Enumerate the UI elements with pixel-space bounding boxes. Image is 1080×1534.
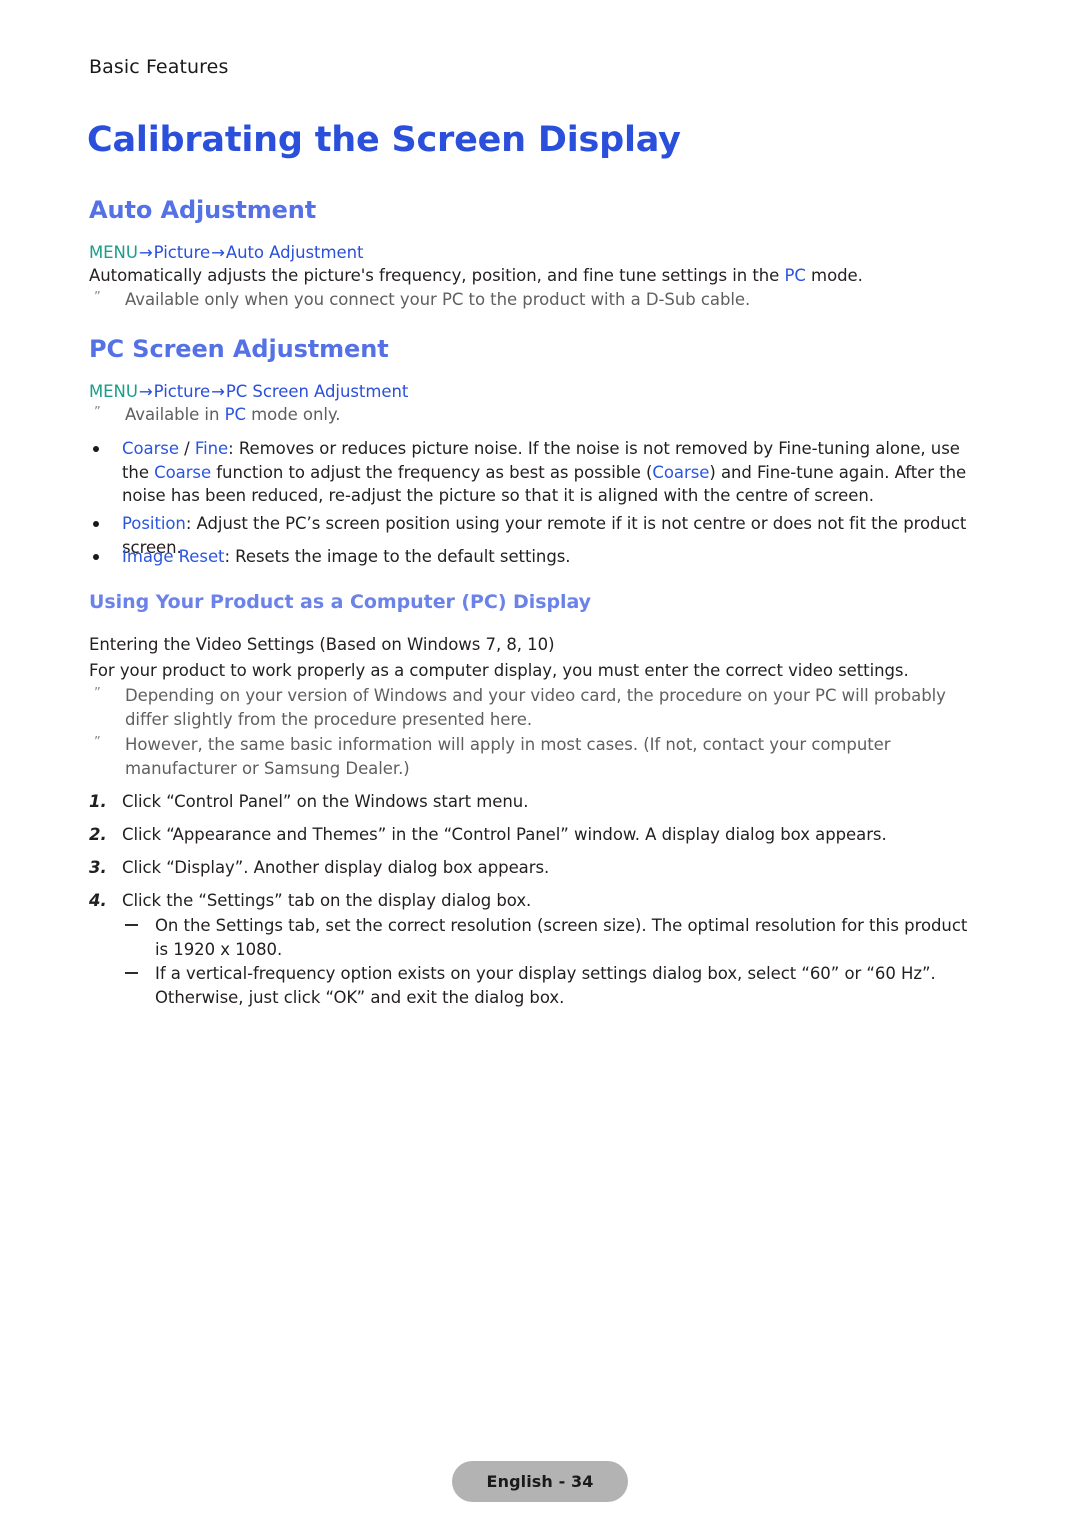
inline-keyword-pc: PC bbox=[224, 405, 246, 424]
inline-keyword-pc: PC bbox=[784, 266, 806, 285]
note-text: Available only when you connect your PC … bbox=[125, 290, 751, 309]
step-text: Click the “Settings” tab on the display … bbox=[122, 891, 532, 910]
note-marker-icon: ” bbox=[94, 405, 101, 420]
pc-screen-adjustment-note: ” Available in PC mode only. bbox=[89, 403, 979, 427]
page-title: Calibrating the Screen Display bbox=[87, 120, 681, 160]
menu-path-level2: Picture bbox=[153, 243, 211, 262]
section-heading-auto-adjustment: Auto Adjustment bbox=[89, 196, 317, 224]
substep-text: If a vertical-frequency option exists on… bbox=[155, 964, 936, 1007]
menu-path-arrow-2: → bbox=[211, 243, 225, 262]
menu-path-arrow-2: → bbox=[211, 382, 225, 401]
menu-path-level3: PC Screen Adjustment bbox=[225, 382, 409, 401]
menu-path-root: MENU bbox=[89, 243, 138, 262]
note-marker-icon: ” bbox=[94, 686, 101, 701]
page-number-label: English - 34 bbox=[486, 1472, 594, 1491]
inline-keyword-coarse: Coarse bbox=[122, 439, 179, 458]
step-number: 3. bbox=[89, 858, 107, 877]
inline-keyword-coarse-2: Coarse bbox=[154, 462, 212, 482]
list-item: If a vertical-frequency option exists on… bbox=[122, 962, 982, 1009]
list-item: 4. Click the “Settings” tab on the displ… bbox=[89, 889, 982, 913]
inline-keyword-image-reset: Image Reset bbox=[122, 547, 225, 566]
step-text: Click “Display”. Another display dialog … bbox=[122, 858, 550, 877]
inline-keyword-coarse-3: Coarse bbox=[652, 462, 710, 482]
menu-path-auto-adjustment: MENU→Picture→Auto Adjustment bbox=[89, 241, 363, 265]
menu-path-level3: Auto Adjustment bbox=[225, 243, 364, 262]
bullet-text-body: : Resets the image to the default settin… bbox=[224, 547, 571, 566]
dash-marker-icon bbox=[125, 972, 138, 974]
note-text: Available in PC mode only. bbox=[125, 403, 979, 427]
note-text-before: Available in bbox=[125, 405, 225, 424]
note-marker-icon: ” bbox=[94, 735, 101, 750]
step-text: Click “Appearance and Themes” in the “Co… bbox=[122, 825, 887, 844]
step-number: 1. bbox=[89, 792, 107, 811]
bullet-text: Image Reset: Resets the image to the def… bbox=[122, 545, 982, 569]
inline-keyword-fine: Fine bbox=[194, 439, 229, 458]
dash-marker-icon bbox=[125, 924, 138, 926]
menu-path-pc-screen-adjustment: MENU→Picture→PC Screen Adjustment bbox=[89, 380, 408, 404]
bullet-separator: / bbox=[178, 439, 195, 458]
note-text-after: mode only. bbox=[245, 405, 341, 424]
auto-adjustment-note: ” Available only when you connect your P… bbox=[89, 288, 979, 312]
bullet-dot-icon bbox=[93, 554, 99, 560]
list-item: 1. Click “Control Panel” on the Windows … bbox=[89, 790, 982, 814]
document-page: Basic Features Calibrating the Screen Di… bbox=[0, 0, 1080, 1534]
bullet-dot-icon bbox=[93, 446, 99, 452]
page-number-badge: English - 34 bbox=[452, 1461, 628, 1502]
sub-heading-using-product: Using Your Product as a Computer (PC) Di… bbox=[89, 591, 591, 613]
menu-path-root: MENU bbox=[89, 382, 138, 401]
list-item: Coarse / Fine: Removes or reduces pictur… bbox=[89, 437, 982, 508]
step-text: Click “Control Panel” on the Windows sta… bbox=[122, 792, 529, 811]
description-text-after: mode. bbox=[805, 266, 863, 285]
bullet-dot-icon bbox=[93, 521, 99, 527]
note-text: Depending on your version of Windows and… bbox=[125, 686, 946, 729]
using-product-line-2: For your product to work properly as a c… bbox=[89, 661, 909, 680]
menu-path-arrow-1: → bbox=[138, 382, 153, 401]
bullet-text: Coarse / Fine: Removes or reduces pictur… bbox=[122, 437, 982, 508]
step-number: 4. bbox=[89, 891, 107, 910]
list-item: 3. Click “Display”. Another display dial… bbox=[89, 856, 982, 880]
section-heading-pc-screen-adjustment: PC Screen Adjustment bbox=[89, 335, 389, 363]
menu-path-level2: Picture bbox=[153, 382, 211, 401]
running-header: Basic Features bbox=[89, 56, 229, 78]
using-product-note-2: ” However, the same basic information wi… bbox=[89, 733, 979, 780]
menu-path-arrow-1: → bbox=[138, 243, 153, 262]
substep-text: On the Settings tab, set the correct res… bbox=[155, 916, 968, 959]
step-number: 2. bbox=[89, 825, 107, 844]
inline-keyword-position: Position bbox=[122, 514, 186, 533]
bullet-text-2: function to adjust the frequency as best… bbox=[211, 462, 653, 482]
note-marker-icon: ” bbox=[94, 290, 101, 305]
using-product-line-1: Entering the Video Settings (Based on Wi… bbox=[89, 635, 555, 654]
using-product-note-1: ” Depending on your version of Windows a… bbox=[89, 684, 979, 731]
list-item: 2. Click “Appearance and Themes” in the … bbox=[89, 823, 982, 847]
auto-adjustment-description: Automatically adjusts the picture's freq… bbox=[89, 264, 979, 288]
note-text: However, the same basic information will… bbox=[125, 735, 891, 778]
list-item: Image Reset: Resets the image to the def… bbox=[89, 545, 982, 569]
description-text-before: Automatically adjusts the picture's freq… bbox=[89, 266, 785, 285]
list-item: On the Settings tab, set the correct res… bbox=[122, 914, 982, 961]
